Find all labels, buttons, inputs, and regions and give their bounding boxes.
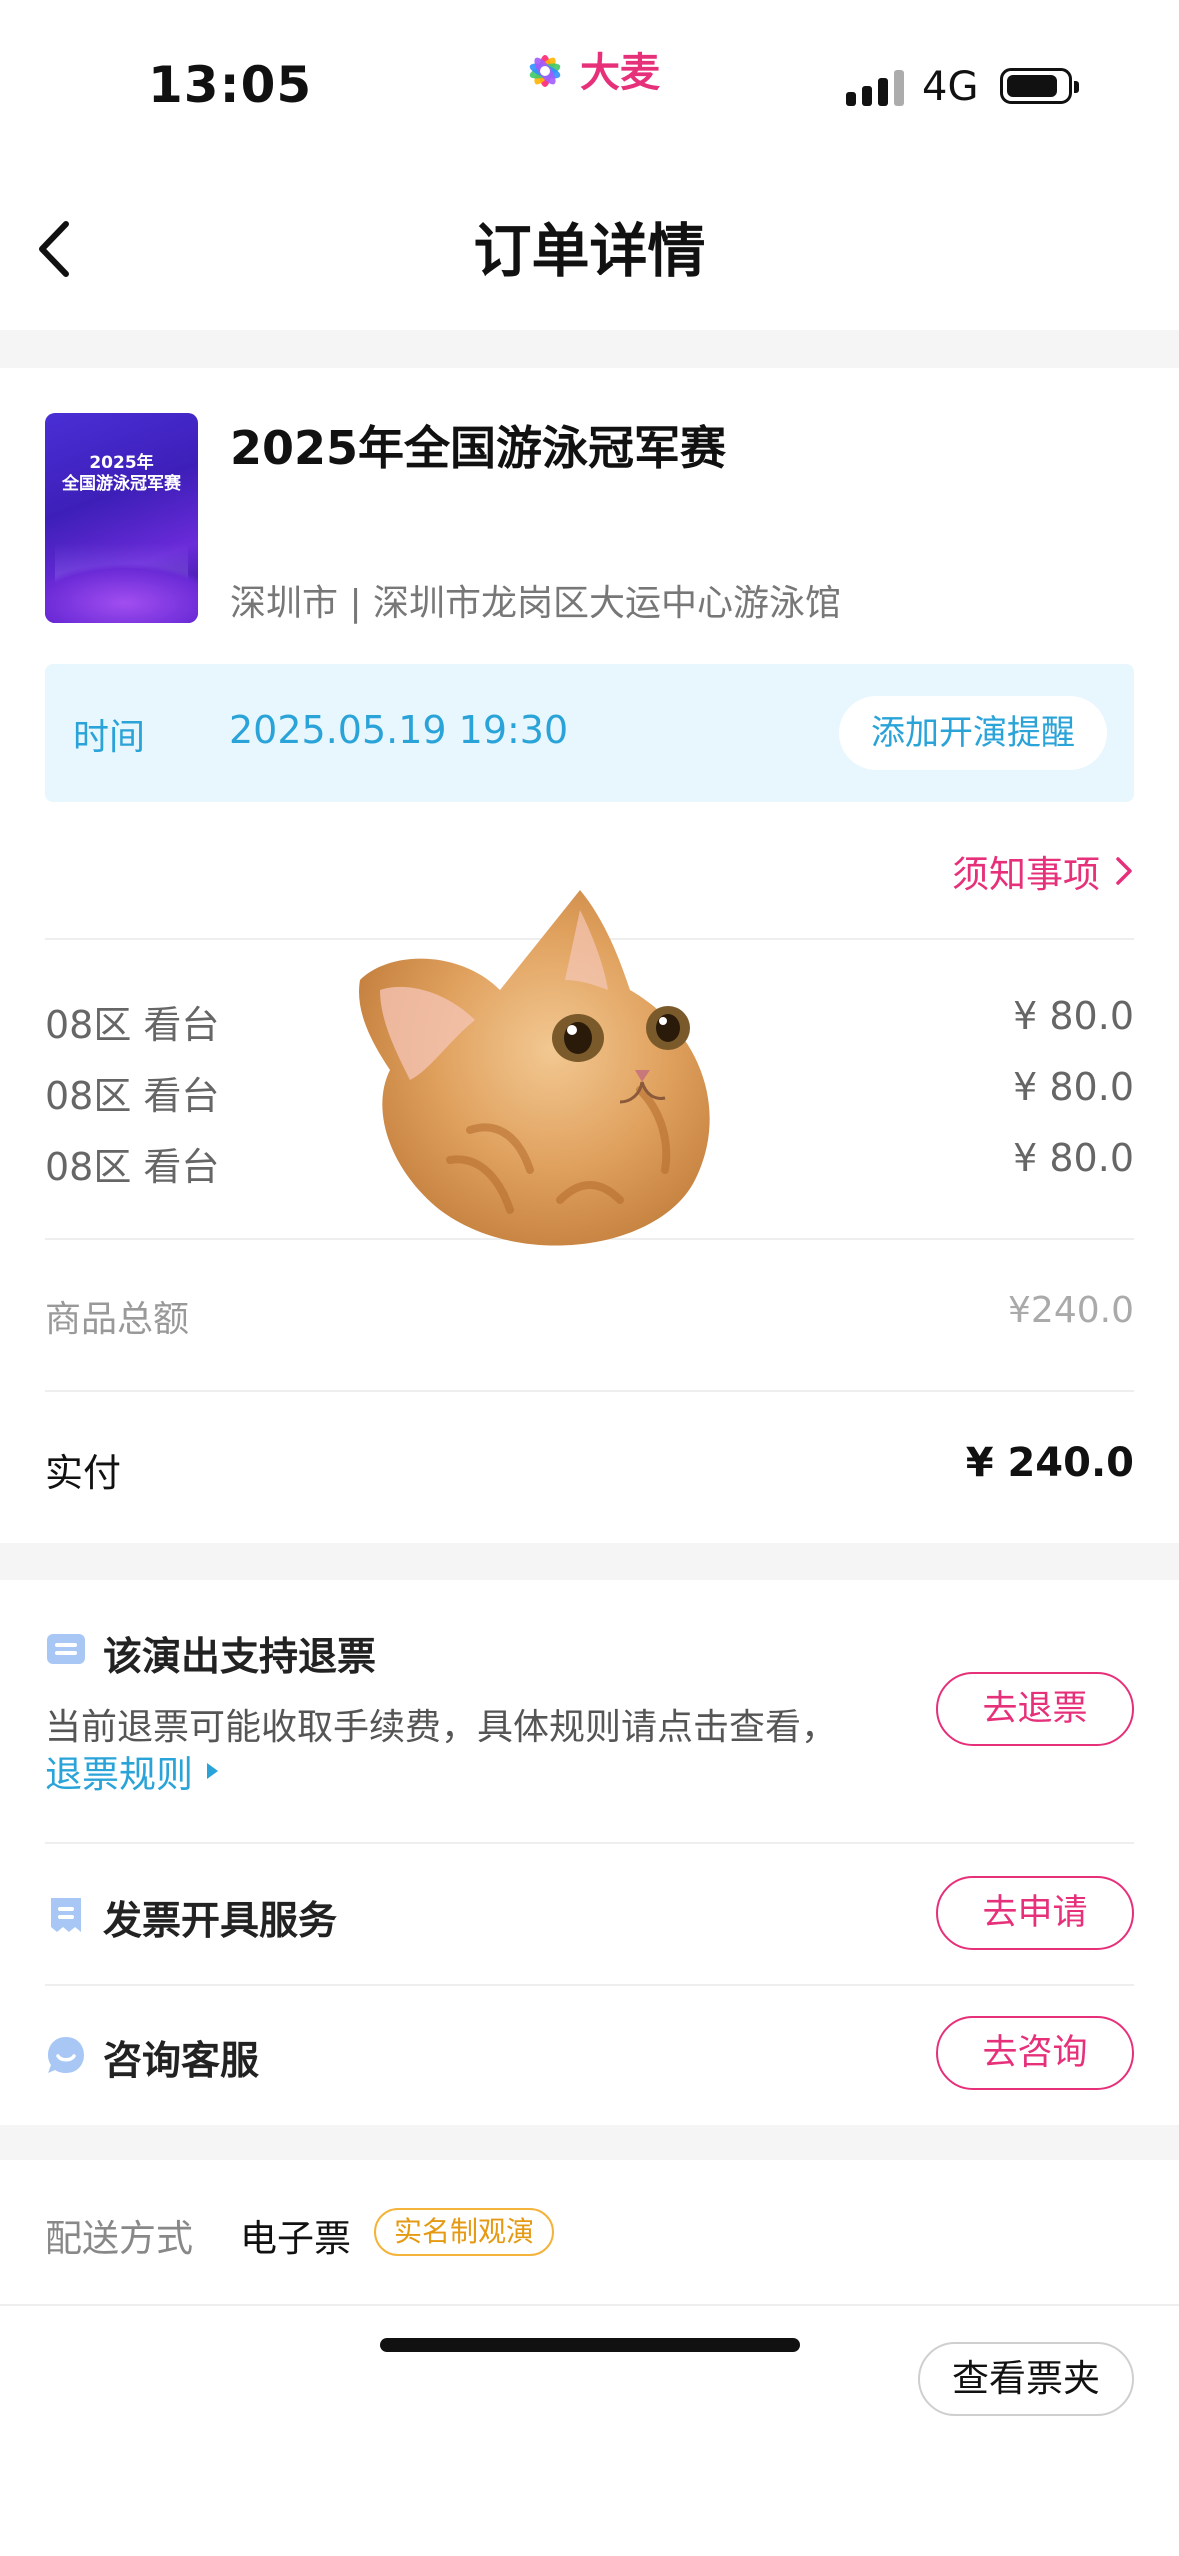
support-section: 咨询客服 去咨询 (45, 2016, 1134, 2096)
ticket-zone: 08区 看台 (45, 1145, 220, 1189)
invoice-title: 发票开具服务 (103, 1899, 338, 1944)
ticket-icon (47, 1634, 85, 1664)
subtotal-value: ¥240.0 (1008, 1290, 1134, 1331)
event-venue: 深圳市 | 深圳市龙岗区大运中心游泳馆 (230, 583, 842, 624)
refund-section: 该演出支持退票 当前退票可能收取手续费，具体规则请点击查看， 退票规则 去退票 (45, 1626, 1134, 1796)
subtotal-label: 商品总额 (45, 1299, 190, 1340)
battery-icon (1000, 68, 1079, 104)
home-indicator[interactable] (380, 2338, 800, 2352)
brand: 大麦 (520, 40, 660, 98)
poster-title: 全国游泳冠军赛 (62, 474, 181, 494)
damai-logo-icon (529, 55, 561, 87)
status-bar: 13:05 大麦 4G (0, 0, 1179, 160)
customer-service-icon (48, 2037, 84, 2073)
divider (45, 1984, 1134, 1986)
triangle-right-icon (207, 1763, 218, 1779)
invoice-icon (51, 1898, 81, 1932)
refund-rules-label: 退票规则 (45, 1753, 193, 1796)
paid-value: ¥ 240.0 (965, 1440, 1134, 1486)
support-button[interactable]: 去咨询 (936, 2016, 1134, 2090)
notice-link[interactable]: 须知事项 (952, 844, 1134, 898)
service-card: 该演出支持退票 当前退票可能收取手续费，具体规则请点击查看， 退票规则 去退票 … (0, 1580, 1179, 2125)
invoice-apply-button[interactable]: 去申请 (936, 1876, 1134, 1950)
time-label: 时间 (73, 717, 146, 758)
delivery-label: 配送方式 (45, 2217, 193, 2260)
time-value: 2025.05.19 19:30 (229, 708, 569, 752)
network-type: 4G (922, 64, 979, 110)
event-poster[interactable]: 2025年 全国游泳冠军赛 (45, 413, 198, 623)
divider (45, 1390, 1134, 1392)
view-ticket-wallet-button[interactable]: 查看票夹 (918, 2342, 1134, 2416)
poster-caption: 2025年 全国游泳冠军赛 (45, 453, 198, 495)
chevron-right-icon (1116, 857, 1132, 885)
status-time: 13:05 (148, 56, 313, 114)
divider (0, 2304, 1179, 2306)
ticket-zone: 08区 看台 (45, 1003, 220, 1047)
add-reminder-button[interactable]: 添加开演提醒 (839, 696, 1107, 770)
cat-sticker-image (359, 890, 710, 1246)
nav-bar: 订单详情 (0, 160, 1179, 330)
support-title: 咨询客服 (103, 2039, 260, 2084)
notice-label: 须知事项 (952, 853, 1100, 896)
real-name-badge: 实名制观演 (374, 2208, 555, 2256)
invoice-section: 发票开具服务 去申请 (45, 1874, 1134, 1954)
divider (45, 1842, 1134, 1844)
ticket-price: ¥ 80.0 (1013, 1065, 1134, 1109)
paid-label: 实付 (45, 1451, 122, 1495)
page-title: 订单详情 (473, 217, 706, 285)
refund-description: 当前退票可能收取手续费，具体规则请点击查看， (45, 1707, 838, 1748)
refund-rules-link[interactable]: 退票规则 (45, 1744, 218, 1798)
delivery-card: 配送方式 电子票 实名制观演 查看票夹 (0, 2160, 1179, 2556)
poster-wave (45, 563, 198, 623)
refund-title: 该演出支持退票 (103, 1635, 377, 1680)
ticket-zone: 08区 看台 (45, 1074, 220, 1118)
ticket-price: ¥ 80.0 (1013, 1136, 1134, 1180)
poster-year: 2025年 (89, 453, 154, 473)
event-time-box: 时间 2025.05.19 19:30 添加开演提醒 (45, 664, 1134, 802)
brand-name: 大麦 (580, 50, 660, 96)
refund-button[interactable]: 去退票 (936, 1672, 1134, 1746)
event-title[interactable]: 2025年全国游泳冠军赛 (230, 412, 726, 478)
ticket-price: ¥ 80.0 (1013, 994, 1134, 1038)
delivery-value: 电子票 (240, 2217, 351, 2260)
signal-icon (846, 70, 904, 106)
